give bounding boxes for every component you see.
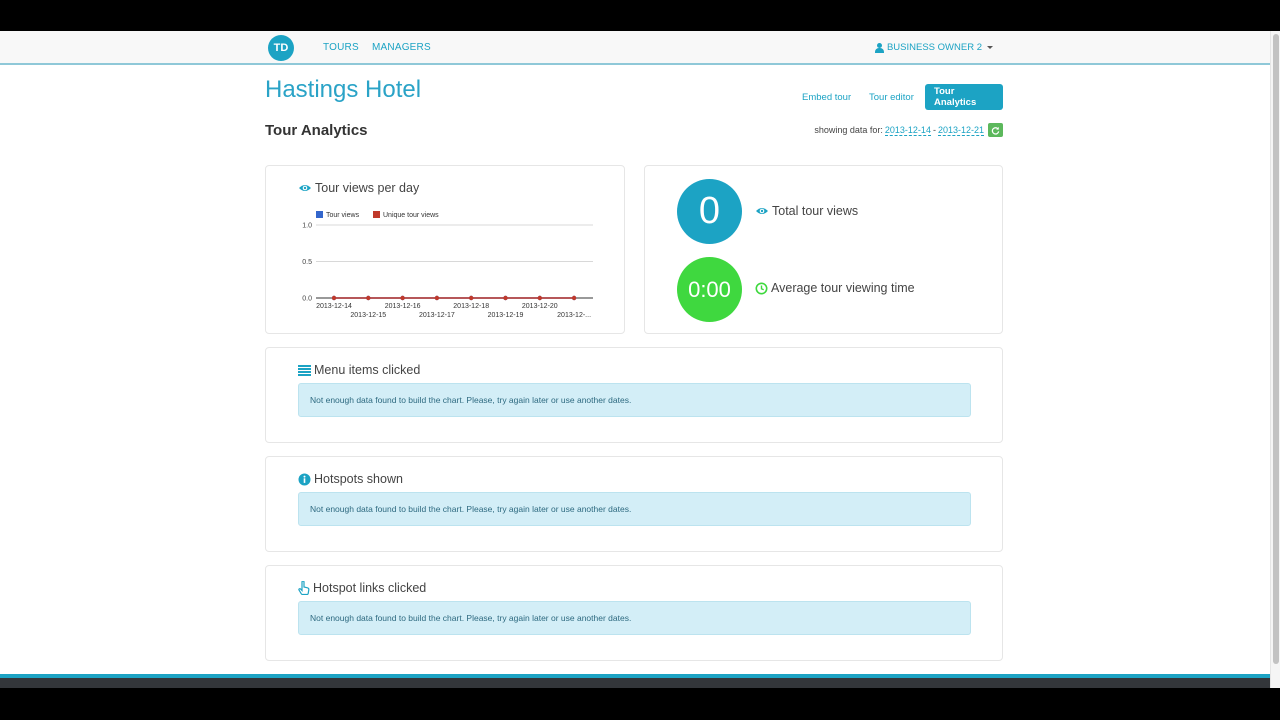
date-end-link[interactable]: 2013-12-21 [937,125,984,136]
x-tick-label-0: 2013-12-14 [316,303,352,310]
date-separator: - [932,125,936,135]
data-point-1-7 [571,295,577,301]
hotspot-links-alert: Not enough data found to build the chart… [298,601,971,635]
hotspot-links-title: Hotspot links clicked [298,581,426,595]
user-name: BUSINESS OWNER 2 [886,42,982,53]
nav-managers[interactable]: MANAGERS [372,42,431,53]
data-point-1-1 [366,295,371,301]
data-point-1-4 [469,295,474,301]
date-start-link[interactable]: 2013-12-14 [884,125,931,136]
caret-down-icon [987,46,993,49]
navbar: TD TOURS MANAGERS BUSINESS OWNER 2 [0,31,1270,65]
x-tick-label-3: 2013-12-17 [419,312,455,319]
avg-time-label-text: Average tour viewing time [771,281,915,295]
avg-time-label: Average tour viewing time [755,281,915,295]
x-tick-label-1: 2013-12-15 [350,312,386,319]
nav-tours[interactable]: TOURS [323,42,359,53]
data-point-1-0 [331,295,337,301]
info-icon [298,473,311,485]
menu-items-title: Menu items clicked [298,363,420,377]
x-tick-label-4: 2013-12-18 [453,303,489,310]
list-icon [298,364,311,376]
refresh-icon [991,126,1000,135]
total-views-label-text: Total tour views [772,204,859,218]
tour-views-chart: Tour views Unique tour views 1.0 0.5 0.0 2013… [302,211,593,319]
hotspots-panel: Hotspots shown Not enough data found to … [265,456,1003,552]
y-tick-label-0: 1.0 [302,223,312,230]
totals-panel: 0 Total tour views 0:00 Average tour vie… [644,165,1003,334]
page-subtitle: Tour Analytics [265,122,368,139]
clock-icon [755,282,768,294]
x-tick-label-2: 2013-12-16 [385,303,421,310]
x-tick-label-7: 2013-12-... [557,312,591,319]
date-range: showing data for: 2013-12-14 - 2013-12-2… [814,123,1003,137]
legend-swatch-0 [316,211,323,218]
hand-pointer-icon [298,581,310,595]
menu-items-alert: Not enough data found to build the chart… [298,383,971,417]
page-title: Hastings Hotel [265,76,422,103]
browser-viewport: TD TOURS MANAGERS BUSINESS OWNER 2 Hasti… [0,31,1280,676]
hotspots-title: Hotspots shown [298,472,403,486]
total-views-value: 0 [677,179,742,244]
tour-analytics-button[interactable]: Tour Analytics [925,84,1003,110]
menu-items-panel: Menu items clicked Not enough data found… [265,347,1003,443]
scrollbar-thumb[interactable] [1273,34,1279,664]
data-point-1-5 [503,295,508,301]
legend-label-1: Unique tour views [383,212,439,219]
legend-swatch-1 [373,211,380,218]
total-views-label: Total tour views [755,204,858,218]
data-point-1-6 [537,295,542,301]
hotspot-links-panel: Hotspot links clicked Not enough data fo… [265,565,1003,661]
eye-icon [756,208,768,214]
data-point-1-2 [400,295,405,301]
data-point-1-3 [434,295,440,301]
hotspot-links-title-text: Hotspot links clicked [313,581,427,595]
hotspots-alert: Not enough data found to build the chart… [298,492,971,526]
tour-views-panel: Tour views per day Tour views Unique tour… [265,165,625,334]
y-tick-label-2: 0.0 [302,296,312,303]
menu-items-title-text: Menu items clicked [314,363,421,377]
user-icon [874,42,884,53]
logo[interactable]: TD [268,35,294,61]
legend-label-0: Tour views [326,212,360,219]
x-tick-label-5: 2013-12-19 [488,312,524,319]
avg-time-value: 0:00 [677,257,742,322]
scrollbar[interactable] [1270,31,1280,688]
hotspots-title-text: Hotspots shown [314,472,403,486]
tour-editor-button[interactable]: Tour editor [860,84,923,110]
y-tick-label-1: 0.5 [302,259,312,266]
user-menu[interactable]: BUSINESS OWNER 2 [874,42,993,53]
x-tick-label-6: 2013-12-20 [522,303,558,310]
date-range-prefix: showing data for: [814,125,883,135]
footer-bar [0,678,1270,688]
refresh-button[interactable] [988,123,1003,137]
embed-tour-button[interactable]: Embed tour [793,84,860,110]
